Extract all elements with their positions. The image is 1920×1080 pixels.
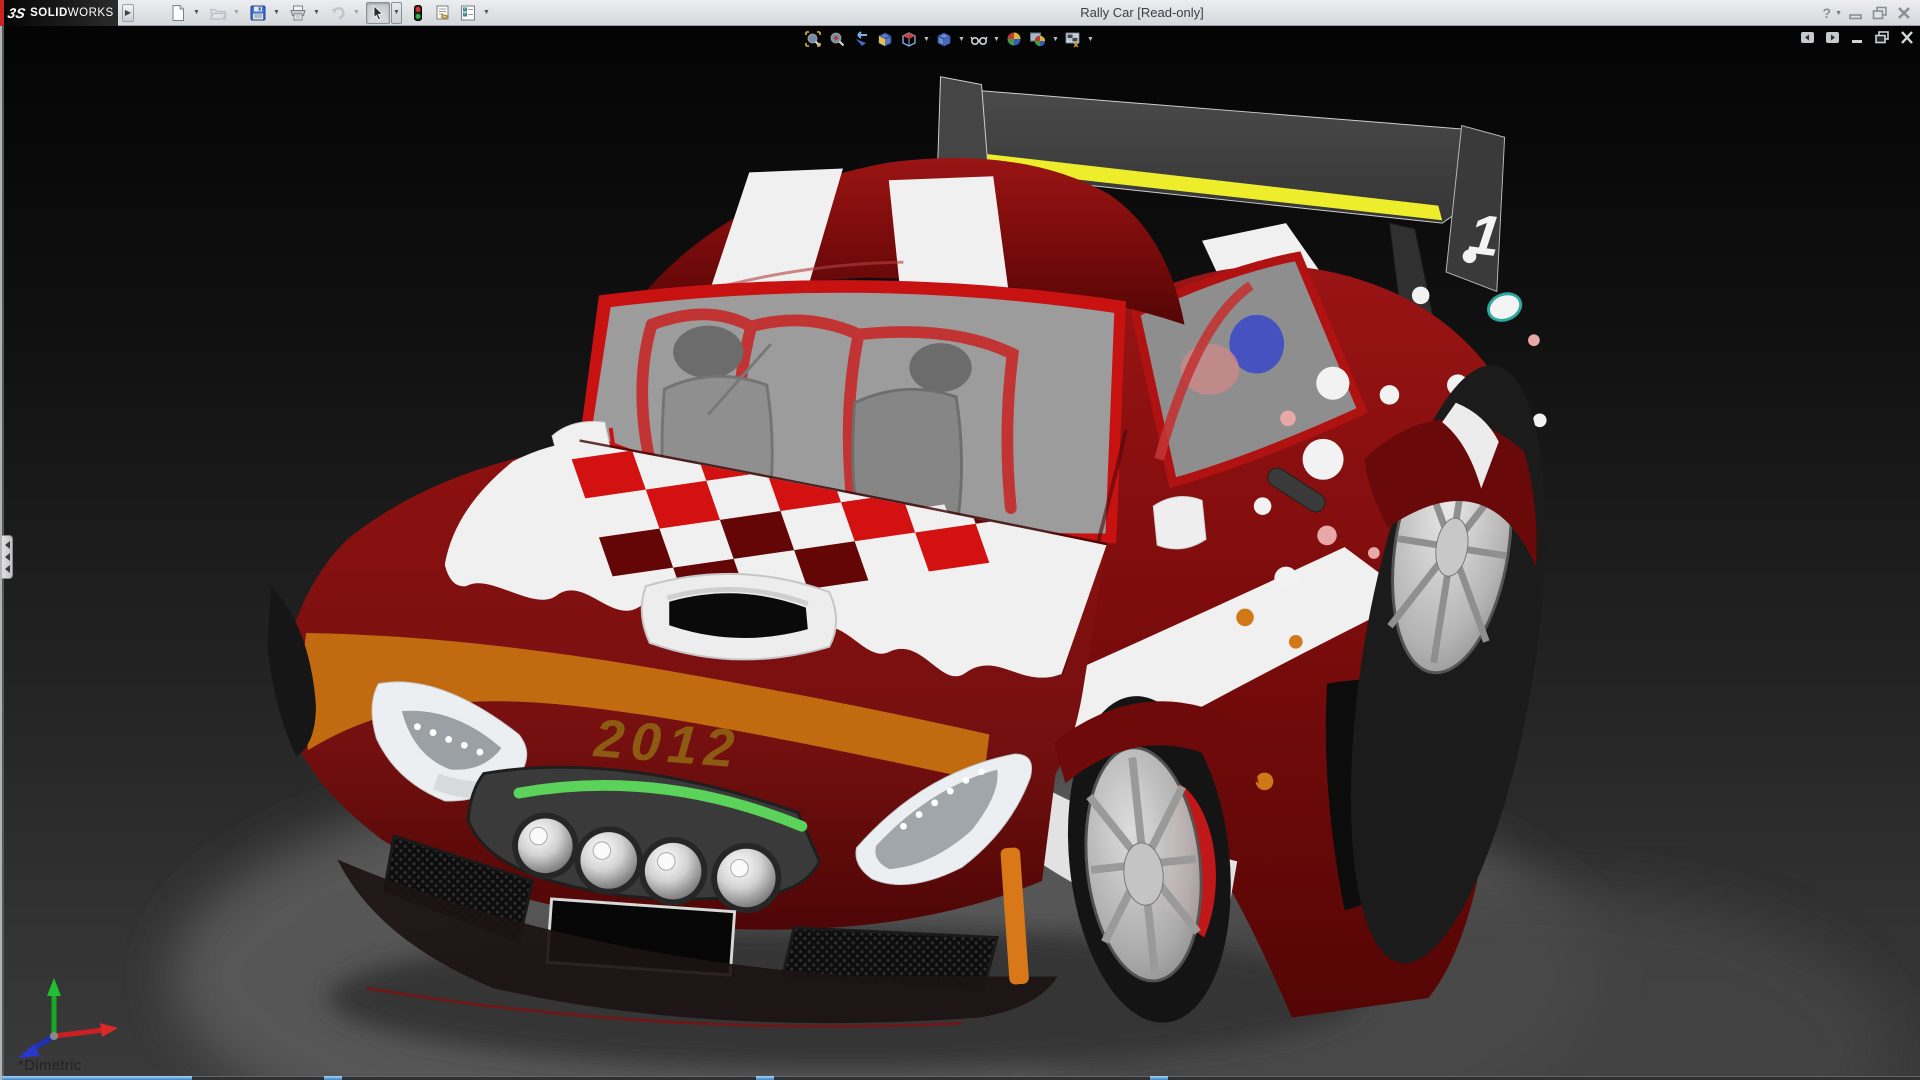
hide-show-dropdown-icon[interactable]: ▼	[992, 29, 1001, 49]
apply-scene-icon	[1029, 30, 1047, 48]
view-orientation-dropdown-icon[interactable]: ▼	[922, 29, 931, 49]
logo-text: SOLIDWORKS	[30, 7, 114, 19]
hide-show-items-button[interactable]	[968, 29, 990, 49]
menu-flyout-arrow-icon[interactable]: ▶	[122, 4, 134, 22]
view-orientation-label: *Dimetric	[18, 1057, 82, 1074]
title-bar: 3S SOLIDWORKS ▶ ▼ ▼ ▼ ▼ ▼ ▼	[0, 0, 1920, 26]
options-button[interactable]	[456, 2, 480, 24]
apply-scene-dropdown-icon[interactable]: ▼	[1051, 29, 1060, 49]
undo-dropdown-icon[interactable]: ▼	[351, 2, 362, 24]
apply-scene-button[interactable]	[1027, 29, 1049, 49]
section-view-icon	[876, 30, 894, 48]
rally-car-model[interactable]: 1	[2, 26, 1920, 1080]
options-dropdown-icon[interactable]: ▼	[481, 2, 492, 24]
view-settings-button[interactable]	[1062, 29, 1084, 49]
previous-view-icon	[852, 30, 870, 48]
help-dropdown-icon[interactable]: ▼	[1835, 10, 1842, 17]
undo-button[interactable]	[326, 2, 350, 24]
display-style-dropdown-icon[interactable]: ▼	[957, 29, 966, 49]
file-properties-button[interactable]	[431, 2, 455, 24]
printer-icon	[289, 4, 307, 22]
collapse-pane-right-icon[interactable]	[1823, 30, 1841, 45]
open-button[interactable]	[206, 2, 230, 24]
display-style-icon	[935, 30, 953, 48]
save-floppy-icon	[249, 4, 267, 22]
select-dropdown-icon[interactable]: ▼	[391, 2, 402, 24]
new-document-icon	[169, 4, 187, 22]
save-dropdown-icon[interactable]: ▼	[271, 2, 282, 24]
eyeglasses-icon	[970, 30, 988, 48]
print-button[interactable]	[286, 2, 310, 24]
zoom-to-area-icon	[828, 30, 846, 48]
doc-close-icon[interactable]	[1898, 30, 1916, 45]
appearance-sphere-icon	[1005, 30, 1023, 48]
solidworks-logo: 3S SOLIDWORKS	[0, 0, 118, 26]
help-icon[interactable]: ?	[1823, 5, 1832, 21]
taskbar-segment	[324, 1076, 342, 1080]
right-mirror	[1153, 497, 1206, 549]
doc-restore-icon[interactable]	[1873, 30, 1891, 45]
3ds-logo-icon: 3S	[6, 5, 27, 21]
select-cursor-icon	[369, 4, 387, 22]
new-dropdown-icon[interactable]: ▼	[191, 2, 202, 24]
file-properties-icon	[434, 4, 452, 22]
taskbar-segment	[342, 1076, 756, 1080]
zoom-to-fit-icon	[804, 30, 822, 48]
previous-view-button[interactable]	[850, 29, 872, 49]
select-tool-button[interactable]	[366, 2, 390, 24]
view-orientation-button[interactable]	[898, 29, 920, 49]
taskbar-segment	[1168, 1076, 1920, 1080]
chevron-left-icon	[5, 553, 10, 561]
taskbar-segment	[774, 1076, 1150, 1080]
graphics-viewport[interactable]: 1	[0, 26, 1920, 1080]
traffic-light-icon	[409, 4, 427, 22]
view-settings-icon	[1064, 30, 1082, 48]
view-settings-dropdown-icon[interactable]: ▼	[1086, 29, 1095, 49]
heads-up-view-toolbar: ▼ ▼ ▼ ▼ ▼	[802, 28, 1095, 50]
taskbar-segment	[2, 1076, 192, 1080]
window-title: Rally Car [Read-only]	[1032, 0, 1252, 26]
close-icon[interactable]	[1894, 5, 1914, 21]
y-axis-arrow	[47, 978, 61, 996]
undo-arrow-icon	[329, 4, 347, 22]
zoom-to-area-button[interactable]	[826, 29, 848, 49]
logo-accent-edge	[0, 0, 4, 26]
new-document-button[interactable]	[166, 2, 190, 24]
options-checklist-icon	[459, 4, 477, 22]
view-orientation-icon	[900, 30, 918, 48]
x-axis-arrow	[100, 1023, 118, 1037]
save-button[interactable]	[246, 2, 270, 24]
chevron-left-icon	[5, 565, 10, 573]
hood-scoop	[642, 574, 836, 660]
display-style-button[interactable]	[933, 29, 955, 49]
section-view-button[interactable]	[874, 29, 896, 49]
feature-pane-handle[interactable]	[2, 535, 13, 579]
restore-icon[interactable]	[1870, 5, 1890, 21]
doc-minimize-icon[interactable]	[1848, 30, 1866, 45]
zoom-to-fit-button[interactable]	[802, 29, 824, 49]
taskbar-segment	[1150, 1076, 1168, 1080]
standard-toolbar: ▼ ▼ ▼ ▼ ▼ ▼ ▼	[166, 2, 495, 24]
minimize-icon[interactable]	[1846, 5, 1866, 21]
open-folder-icon	[209, 4, 227, 22]
collapse-pane-left-icon[interactable]	[1798, 30, 1816, 45]
edit-appearance-button[interactable]	[1003, 29, 1025, 49]
taskbar-segment	[192, 1076, 324, 1080]
taskbar-edge	[2, 1076, 1920, 1080]
open-dropdown-icon[interactable]: ▼	[231, 2, 242, 24]
chevron-left-icon	[5, 541, 10, 549]
reference-triad	[10, 974, 130, 1060]
app-window-controls: ? ▼	[1823, 0, 1915, 26]
taskbar-segment	[756, 1076, 774, 1080]
print-dropdown-icon[interactable]: ▼	[311, 2, 322, 24]
fuel-cap	[1484, 289, 1524, 325]
document-window-controls	[1798, 30, 1916, 45]
rebuild-button[interactable]	[406, 2, 430, 24]
